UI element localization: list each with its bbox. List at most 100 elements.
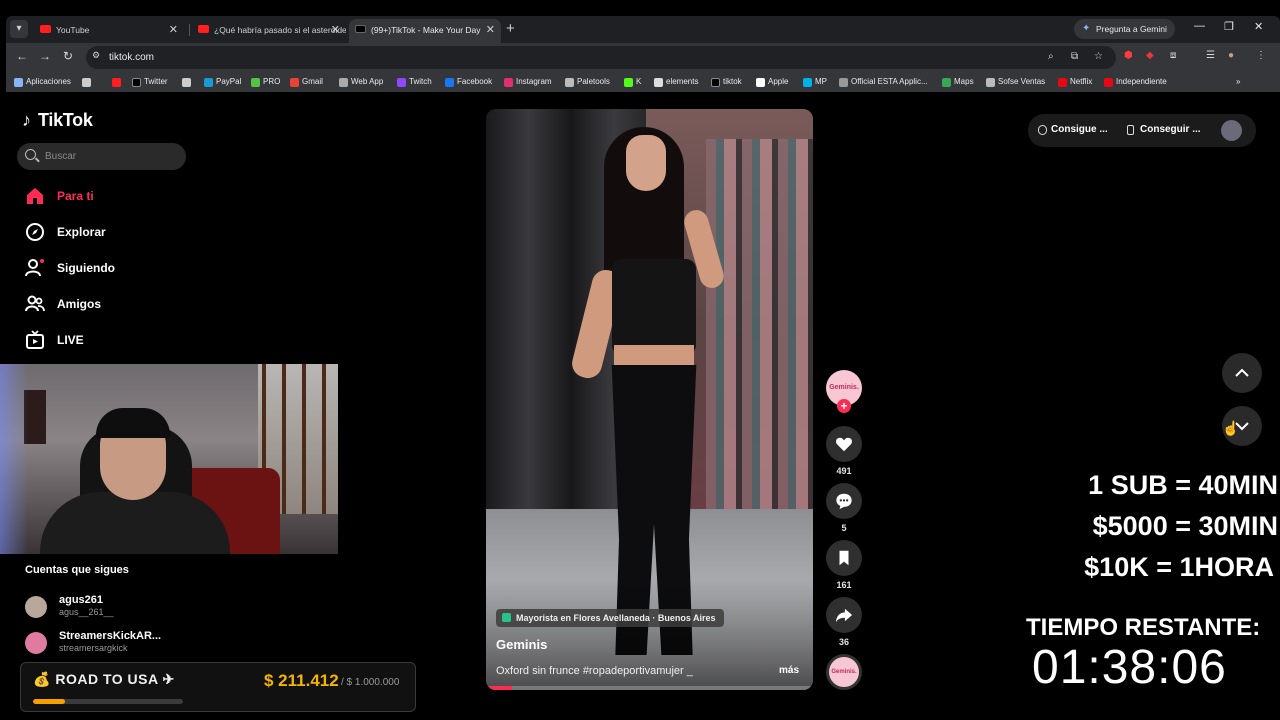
save-count: 161 [836,580,852,590]
user-avatar[interactable] [1221,120,1242,141]
account-name: agus261 [59,594,104,606]
tab-search-dropdown[interactable]: ▾ [10,20,28,38]
tiktok-logo[interactable]: ♪ TikTok [22,110,93,131]
sofse-icon [986,78,995,87]
address-bar[interactable]: ⚙ tiktok.com ⌕ ⧉ ☆ [86,46,1116,69]
back-icon[interactable]: ← [16,49,28,63]
paypal-icon [204,78,213,87]
bookmark-label: PRO [263,77,281,86]
bookmark-item[interactable]: Maps [942,72,974,92]
x-icon [132,78,141,87]
search-input[interactable] [45,143,180,170]
bookmark-item[interactable]: tiktok [711,72,742,92]
close-window-icon[interactable]: ✕ [1254,20,1263,33]
followed-account[interactable]: StreamersKickAR... streamersargkick [25,630,225,658]
save-button[interactable] [826,540,862,576]
youtube-favicon-icon [40,25,51,33]
bookmark-item[interactable]: Twitter [132,72,168,92]
new-tab-button[interactable]: + [506,19,515,39]
bookmark-item[interactable]: Facebook [445,72,492,92]
search-bar[interactable] [17,143,186,170]
bookmark-item[interactable]: Netflix [1058,72,1092,92]
bookmark-item[interactable]: K [624,72,641,92]
followed-account[interactable]: agus261 agus__261__ [25,594,225,622]
tab-youtube[interactable]: YouTube ✕ [34,19,184,43]
video-person-face [626,135,666,191]
bookmark-item[interactable]: Aplicaciones [14,72,71,92]
bookmark-label: Independiente [1116,77,1167,86]
bookmark-item[interactable]: PRO [251,72,280,92]
maximize-icon[interactable]: ❐ [1224,20,1234,33]
bookmark-star-icon[interactable]: ☆ [1094,51,1103,62]
share-button[interactable] [826,597,862,633]
webcam-streamer-body [40,492,230,554]
forward-icon[interactable]: → [39,49,51,63]
music-disc[interactable]: Geminis. [826,654,862,690]
tab-youtube-asteroid[interactable]: ¿Qué habría pasado si el asteroide... ✕ [192,19,346,43]
kick-icon [624,78,633,87]
bookmark-label: Paletools [577,77,610,86]
webcam-feed [0,364,338,554]
bookmark-item[interactable]: Gmail [290,72,323,92]
close-tab-icon[interactable]: ✕ [486,19,495,41]
menu-kebab-icon[interactable]: ⋮ [1256,50,1266,61]
bookmark-item[interactable]: Web App [339,72,383,92]
extension-red-icon[interactable]: ◆ [1146,50,1154,61]
get-app-label: Conseguir ... [1140,124,1201,135]
bookmark-item[interactable]: Instagram [504,72,552,92]
gemini-button[interactable]: ✦ Pregunta a Gemini [1074,19,1175,39]
mouse-cursor-icon: ☝ [1222,420,1240,436]
bookmark-item[interactable]: elements [654,72,698,92]
site-info-icon[interactable]: ⚙ [92,50,106,64]
pro-icon [251,78,260,87]
extension-shield-icon[interactable]: ⬢ [1124,50,1133,61]
comment-button[interactable] [826,483,862,519]
bookmark-item[interactable]: Sofse Ventas [986,72,1045,92]
elements-icon [654,78,663,87]
previous-video-button[interactable] [1222,353,1262,393]
more-button[interactable]: más [779,665,799,676]
close-tab-icon[interactable]: ✕ [169,19,178,41]
get-app-button[interactable]: Conseguir ... [1127,124,1201,135]
donation-progress-track [33,699,183,704]
nav-label: Para ti [57,189,94,203]
video-player[interactable]: Mayorista en Flores Avellaneda · Buenos … [486,109,813,690]
follow-plus-icon[interactable]: + [837,399,851,413]
zoom-icon[interactable]: ⌕ [1048,51,1054,62]
get-coins-label: Consigue ... [1051,124,1108,135]
donation-goal-widget: 💰 ROAD TO USA ✈ $ 211.412 / $ 1.000.000 [20,662,416,712]
share-arrow-icon [835,608,853,623]
close-tab-icon[interactable]: ✕ [331,19,340,41]
bookmark-label: elements [666,77,699,86]
more-bookmarks-button[interactable]: » [1236,72,1240,92]
bookmark-label: Instagram [516,77,552,86]
bookmark-item[interactable]: Paletools [565,72,610,92]
video-progress-bar[interactable] [486,686,813,690]
bookmark-label: Maps [954,77,974,86]
browser-tab-bar: ▾ YouTube ✕ ¿Qué habría pasado si el ast… [6,16,1280,43]
tab-divider [189,24,190,36]
bookmark-item[interactable]: Apple [756,72,788,92]
get-coins-button[interactable]: Consigue ... [1038,124,1108,135]
youtube-icon [112,78,121,87]
reload-icon[interactable]: ↻ [63,49,73,63]
nav-label: LIVE [57,333,84,347]
extensions-puzzle-icon[interactable]: ⧈ [1170,50,1176,61]
bookmark-item[interactable]: Twitch [397,72,432,92]
goal-title-text: ROAD TO USA [55,671,159,687]
like-button[interactable] [826,426,862,462]
bookmark-item[interactable]: Independiente [1104,72,1167,92]
tab-tiktok[interactable]: (99+)TikTok - Make Your Day ✕ [349,19,501,43]
location-tag[interactable]: Mayorista en Flores Avellaneda · Buenos … [496,609,724,627]
profile-avatar-icon[interactable]: ● [1228,50,1234,61]
video-author[interactable]: Geminis [496,637,547,652]
bookmark-item[interactable]: Official ESTA Applic... [839,72,928,92]
friends-icon [25,295,45,312]
minimize-icon[interactable]: — [1194,20,1205,32]
tab-label: (99+)TikTok - Make Your Day [371,25,481,35]
install-app-icon[interactable]: ⧉ [1071,51,1078,62]
bookmark-item[interactable]: MP [803,72,827,92]
webcam-cap [96,408,170,438]
bookmark-item[interactable]: PayPal [204,72,241,92]
reading-list-icon[interactable]: ☰ [1206,50,1215,61]
